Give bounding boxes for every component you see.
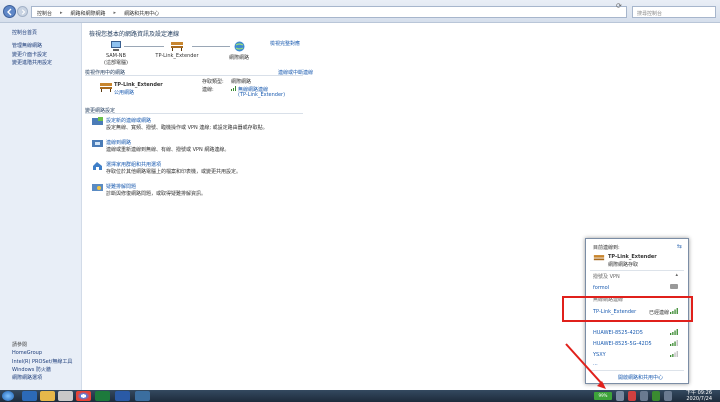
wifi-signal-icon <box>670 340 678 346</box>
sidebar-item-advanced-sharing[interactable]: 變更進階共用設定 <box>12 59 52 66</box>
bench-network-icon <box>171 42 183 51</box>
connect-network-icon <box>92 140 103 147</box>
internet-node: 網際網路 <box>222 41 256 61</box>
clock-date: 2020/7/24 <box>686 396 712 402</box>
wifi-signal-icon <box>670 329 678 335</box>
control-panel-icon[interactable] <box>135 391 150 401</box>
network-type-link[interactable]: 公用網路 <box>114 89 134 96</box>
view-full-map-link[interactable]: 檢視完整對應 <box>270 40 300 47</box>
volume-icon[interactable] <box>664 391 672 401</box>
sidebar: 控制台首頁 管理無線網路 變更介面卡設定 變更進階共用設定 請參閱 HomeGr… <box>0 23 82 390</box>
task-link-connect[interactable]: 連線到網路 <box>106 139 131 146</box>
wireless-connection-sub[interactable]: (TP-Link_Extender) <box>238 92 285 98</box>
explorer-icon[interactable] <box>40 391 55 401</box>
flyout-vpn-header: 撥號及 VPN <box>593 274 620 280</box>
vpn-device-icon <box>670 284 678 289</box>
breadcrumb-separator-icon: ▸ <box>60 10 63 16</box>
flyout-network-item[interactable]: YSXY <box>593 352 606 358</box>
task-link-new-connection[interactable]: 設定新的連線或網路 <box>106 117 151 124</box>
task-desc-troubleshoot: 診斷與修復網路問題，或取得疑難排解資訊。 <box>106 191 207 197</box>
flyout-current-sub: 網際網路存取 <box>608 262 639 268</box>
address-bar-area: 控制台 ▸ 網路和網際網路 ▸ 網路和共用中心 ⟳ 搜尋控制台 <box>0 0 720 23</box>
task-desc-homegroup: 存取位於其他網路電腦上的檔案和印表機，或變更共用設定。 <box>106 169 242 175</box>
access-type-label: 存取類型: <box>202 79 224 85</box>
network-tray-icon[interactable] <box>652 391 660 401</box>
active-network-name: TP-Link_Extender <box>114 82 163 88</box>
globe-icon <box>234 41 244 52</box>
media-icon[interactable] <box>58 391 73 401</box>
highlight-box <box>562 296 693 322</box>
see-also-header: 請參閱 <box>12 342 28 348</box>
access-type-value: 網際網路 <box>231 79 252 85</box>
computer-icon <box>111 41 121 51</box>
chrome-icon[interactable] <box>76 391 91 401</box>
sidebar-item-homegroup[interactable]: HomeGroup <box>12 350 42 356</box>
tray-icon[interactable] <box>628 391 636 401</box>
task-desc-new-connection: 設定無線、寬頻、撥號、臨機操作或 VPN 連線; 或設定路由器或存取點。 <box>106 125 268 131</box>
network-node: TP-Link_Extender <box>154 41 200 59</box>
flyout-network-item[interactable]: HUAWEI-8525-42D5 <box>593 330 643 336</box>
breadcrumb-network-internet[interactable]: 網路和網際網路 <box>71 10 106 17</box>
task-link-troubleshoot[interactable]: 疑難排解問題 <box>106 183 136 190</box>
page-title: 檢視您基本的網路資訊及設定連線 <box>89 31 180 38</box>
wifi-signal-icon <box>670 351 678 357</box>
task-desc-connect: 連線或重新連線到無線、有線、撥號或 VPN 網路連線。 <box>106 147 230 153</box>
search-input[interactable]: 搜尋控制台 <box>632 6 716 18</box>
tray-icon[interactable] <box>640 391 648 401</box>
excel-icon[interactable] <box>95 391 110 401</box>
sidebar-item-internet-options[interactable]: 網際網路選項 <box>12 374 42 381</box>
task-link-homegroup[interactable]: 選擇家用群組和共用選項 <box>106 161 161 168</box>
flyout-current-name: TP-Link_Extender <box>608 254 657 260</box>
internet-label: 網際網路 <box>228 55 249 61</box>
breadcrumb-control-panel[interactable]: 控制台 <box>37 10 52 17</box>
connections-label: 連線: <box>202 87 214 93</box>
forward-button[interactable] <box>17 6 28 17</box>
refresh-icon[interactable]: ⟳ <box>616 2 622 10</box>
battery-indicator[interactable]: 99% <box>594 392 612 400</box>
taskbar: 99% 下午 09:26 2020/7/24 <box>0 390 720 402</box>
computer-sub: (這部電腦) <box>104 60 128 66</box>
bench-network-icon <box>593 255 605 261</box>
network-node-name: TP-Link_Extender <box>155 53 199 59</box>
flyout-network-item[interactable]: HUAWEI-8525-5G-42D5 <box>593 341 652 347</box>
start-button[interactable] <box>2 391 14 401</box>
flyout-open-center-link[interactable]: 開啟網路和共用中心 <box>618 374 663 381</box>
word-icon[interactable] <box>115 391 130 401</box>
troubleshoot-icon <box>92 184 103 191</box>
sidebar-item-manage-wireless[interactable]: 管理無線網路 <box>12 42 42 49</box>
address-bar[interactable]: 控制台 ▸ 網路和網際網路 ▸ 網路和共用中心 <box>31 6 627 18</box>
wifi-signal-icon <box>231 86 236 91</box>
flyout-network-item[interactable]: ... <box>593 361 598 367</box>
ie-icon[interactable] <box>22 391 37 401</box>
new-connection-icon <box>92 117 103 125</box>
flyout-current-header: 目前連線到: <box>593 245 620 251</box>
tray-icon[interactable] <box>616 391 624 401</box>
sidebar-item-firewall[interactable]: Windows 防火牆 <box>12 366 51 373</box>
flyout-vpn-item[interactable]: formol <box>593 285 609 291</box>
bench-network-icon <box>100 83 112 92</box>
sidebar-item-home[interactable]: 控制台首頁 <box>12 29 37 36</box>
computer-node: SAM-NB (這部電腦) <box>98 41 134 66</box>
sidebar-item-adapter-settings[interactable]: 變更介面卡設定 <box>12 51 47 58</box>
breadcrumb-separator-icon: ▸ <box>113 10 117 16</box>
clock[interactable]: 下午 09:26 2020/7/24 <box>686 390 712 402</box>
back-button[interactable] <box>3 5 16 18</box>
sidebar-item-intel-proset[interactable]: Intel(R) PROSet/無線工具 <box>12 358 72 365</box>
homegroup-icon <box>93 162 102 170</box>
collapse-icon[interactable]: ▴ <box>675 272 678 278</box>
flyout-refresh-icon[interactable]: ⇆ <box>677 243 682 250</box>
breadcrumb-network-center[interactable]: 網路和共用中心 <box>124 10 159 17</box>
